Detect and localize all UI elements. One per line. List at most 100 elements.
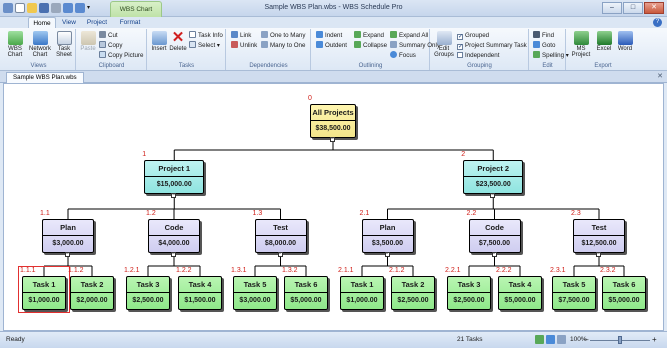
paste-button[interactable]: Paste	[79, 31, 97, 52]
close-document-icon[interactable]: ✕	[657, 72, 663, 80]
scissors-icon	[99, 31, 106, 38]
tab-project[interactable]: Project	[84, 17, 110, 28]
phase-collapse-toggle[interactable]: −	[596, 252, 601, 257]
spelling-button[interactable]: Spelling ▾	[533, 51, 569, 60]
insert-button[interactable]: Insert	[150, 31, 168, 52]
wbs-node-project[interactable]: Project 2 $23,500.00	[463, 160, 524, 194]
wbs-node-task[interactable]: Task 4 $1,500.00	[178, 276, 222, 310]
tab-view[interactable]: View	[58, 17, 80, 28]
group-label-outlining: Outlining	[358, 63, 383, 69]
zoom-slider-handle[interactable]	[618, 336, 622, 344]
phase-collapse-toggle[interactable]: −	[384, 252, 390, 257]
cut-button[interactable]: Cut	[99, 31, 118, 40]
wbs-node-project[interactable]: Project 1 $15,000.00	[144, 160, 205, 194]
excel-button[interactable]: Excel	[594, 31, 614, 52]
task-info-button[interactable]: Task Info	[189, 31, 223, 40]
independent-checkbox[interactable]: Independent	[457, 51, 499, 60]
wbs-node-phase[interactable]: Test $8,000.00	[254, 219, 307, 253]
group-grouping: Edit Groups ✓ Grouped ✓ Project Summary Ta…	[431, 29, 529, 70]
wbs-code-label: 1.3.2	[282, 267, 298, 274]
wbs-code-label: 1.2	[146, 210, 156, 217]
outdent-icon	[316, 41, 323, 48]
wbs-chart-canvas[interactable]: All Projects $38,500.00 0 Plan $3,000.00 1.1 T…	[3, 83, 664, 331]
tab-format[interactable]: Format	[116, 17, 144, 28]
status-wbs-view-icon[interactable]	[535, 335, 544, 344]
unlink-button[interactable]: Unlink	[231, 41, 257, 50]
wbs-node-phase[interactable]: Code $7,500.00	[468, 219, 521, 253]
wbs-node-task[interactable]: Task 4 $5,000.00	[498, 276, 542, 310]
edit-groups-button[interactable]: Edit Groups	[433, 31, 455, 58]
copy-icon	[99, 41, 106, 48]
document-tab[interactable]: Sample WBS Plan.wbs	[6, 72, 84, 83]
one-to-many-icon	[261, 31, 268, 38]
tab-home[interactable]: Home	[28, 17, 56, 28]
focus-button[interactable]: Focus	[390, 51, 416, 60]
wbs-code-label: 1.1.2	[68, 267, 84, 274]
binoculars-icon	[533, 31, 540, 38]
project-collapse-toggle[interactable]: −	[171, 193, 177, 198]
copy-button[interactable]: Copy	[99, 41, 122, 50]
wbs-node-task[interactable]: Task 5 $3,000.00	[233, 276, 277, 310]
word-icon	[617, 31, 633, 45]
ms-project-button[interactable]: MS Project	[569, 31, 593, 58]
node-cost: $2,500.00	[397, 297, 429, 304]
wbs-node-phase[interactable]: Plan $3,500.00	[361, 219, 414, 253]
indent-button[interactable]: Indent	[316, 31, 342, 40]
group-label-edit: Edit	[542, 63, 553, 69]
node-name: Test	[255, 220, 306, 236]
wbs-node-phase[interactable]: Code $4,000.00	[148, 219, 200, 253]
unlink-icon	[231, 41, 238, 48]
group-tasks: Insert ✕ Delete Task Info Select ▾ Tasks	[148, 29, 226, 70]
expand-button[interactable]: Expand	[354, 31, 384, 40]
task-sheet-button[interactable]: Task Sheet	[53, 31, 75, 58]
minimize-button[interactable]: –	[602, 2, 622, 14]
wbs-node-task[interactable]: Task 6 $5,000.00	[602, 276, 646, 310]
phase-collapse-toggle[interactable]: −	[277, 252, 283, 257]
node-name: Task 4	[499, 277, 541, 293]
maximize-button[interactable]: □	[623, 2, 643, 14]
phase-collapse-toggle[interactable]: −	[491, 252, 497, 257]
task-sheet-icon	[56, 31, 72, 45]
wbs-code-label: 1.3	[252, 210, 263, 217]
help-icon[interactable]: ?	[653, 18, 662, 27]
grouped-checkbox[interactable]: ✓ Grouped	[457, 31, 489, 40]
wbs-node-root[interactable]: All Projects $38,500.00	[310, 104, 356, 138]
outdent-button[interactable]: Outdent	[316, 41, 347, 50]
many-to-one-button[interactable]: Many to One	[261, 41, 305, 50]
zoom-out-button[interactable]: –	[584, 335, 588, 344]
wbs-code-label: 2	[461, 151, 466, 158]
project-summary-task-checkbox[interactable]: ✓ Project Summary Task	[457, 41, 527, 50]
window-controls: – □ ✕	[602, 2, 664, 14]
status-network-view-icon[interactable]	[546, 335, 555, 344]
wbs-node-task[interactable]: Task 3 $2,500.00	[126, 276, 170, 310]
wbs-node-task[interactable]: Task 5 $7,500.00	[552, 276, 596, 310]
wbs-node-task[interactable]: Task 3 $2,500.00	[447, 276, 491, 310]
phase-collapse-toggle[interactable]: −	[65, 252, 70, 257]
link-button[interactable]: Link	[231, 31, 251, 40]
word-button[interactable]: Word	[615, 31, 635, 52]
status-sheet-view-icon[interactable]	[557, 335, 566, 344]
find-button[interactable]: Find	[533, 31, 554, 40]
collapse-button[interactable]: Collapse	[354, 41, 387, 50]
goto-button[interactable]: Goto	[533, 41, 555, 50]
wbs-code-label: 2.3.1	[550, 267, 566, 274]
close-button[interactable]: ✕	[644, 2, 664, 14]
wbs-chart-button[interactable]: WBS Chart	[4, 31, 26, 58]
delete-button[interactable]: ✕ Delete	[169, 30, 187, 52]
wbs-node-phase[interactable]: Test $12,500.00	[573, 219, 625, 253]
root-collapse-toggle[interactable]: −	[330, 137, 335, 142]
zoom-in-button[interactable]: +	[652, 335, 657, 344]
wbs-node-task[interactable]: Task 6 $5,000.00	[284, 276, 328, 310]
phase-collapse-toggle[interactable]: −	[171, 252, 176, 257]
copy-picture-button[interactable]: Copy Picture	[99, 51, 143, 60]
one-to-many-button[interactable]: One to Many	[261, 31, 305, 40]
wbs-node-task[interactable]: Task 2 $2,500.00	[391, 276, 435, 310]
select-button[interactable]: Select ▾	[189, 41, 220, 50]
expand-all-button[interactable]: Expand All	[390, 31, 428, 40]
network-chart-button[interactable]: Network Chart	[28, 31, 52, 58]
wbs-node-phase[interactable]: Plan $3,000.00	[42, 219, 94, 253]
wbs-node-task[interactable]: Task 2 $2,000.00	[70, 276, 114, 310]
node-name: Task 3	[448, 277, 490, 293]
project-collapse-toggle[interactable]: −	[490, 193, 496, 198]
wbs-node-task[interactable]: Task 1 $1,000.00	[340, 276, 384, 310]
